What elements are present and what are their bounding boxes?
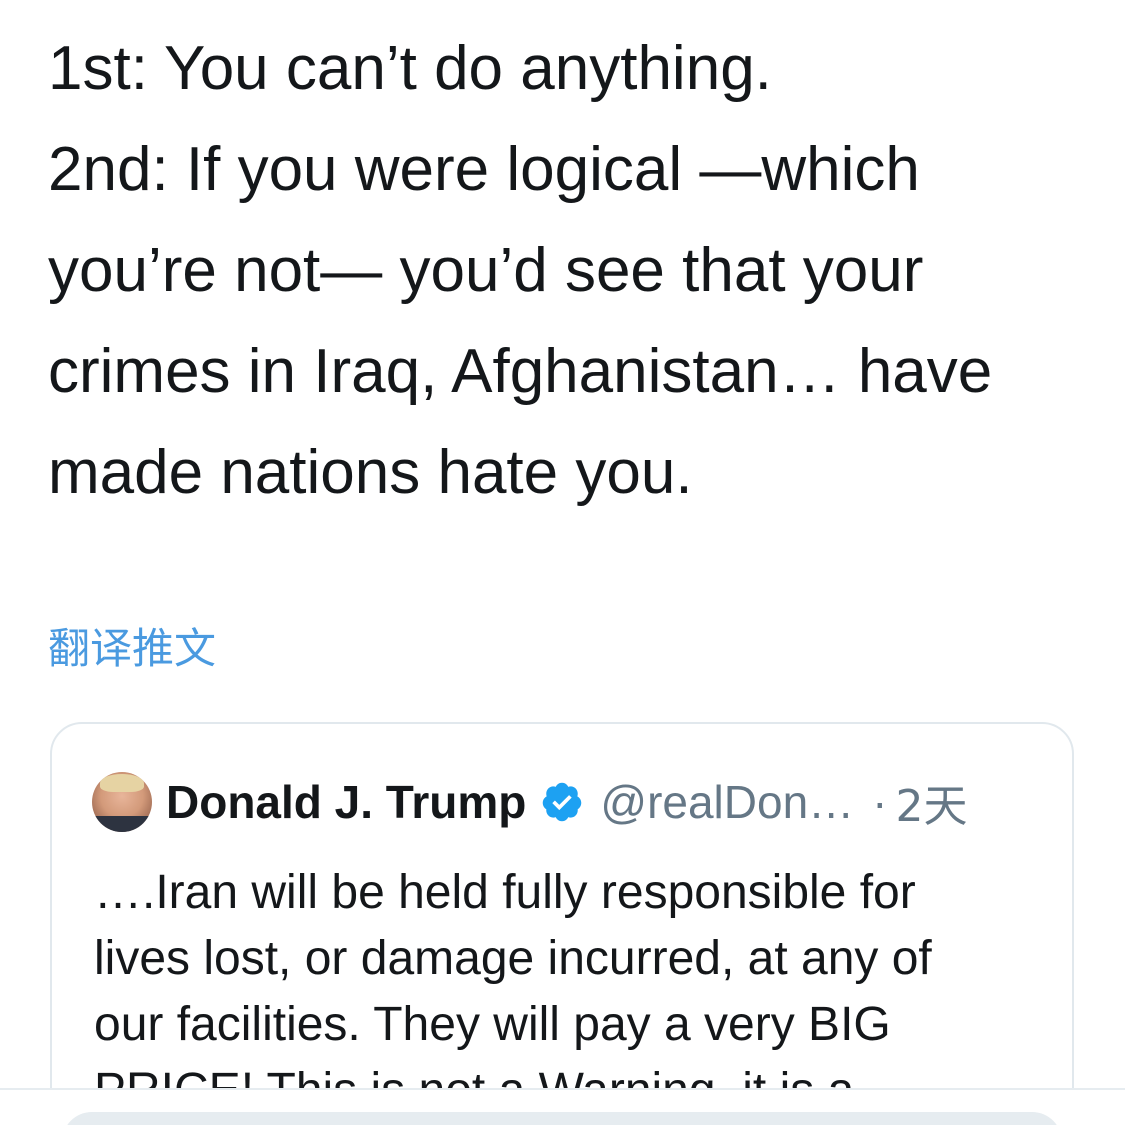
tweet-text: 1st: You can’t do anything. 2nd: If you … [48,18,1088,523]
avatar[interactable] [92,772,152,832]
quoted-tweet-line: lives lost, or damage incurred, at any o… [94,932,932,985]
tweet-text-line: you’re not— you’d see that your [48,236,924,305]
tweet-text-line: 2nd: If you were logical —which [48,135,920,204]
separator-dot: · [872,776,888,828]
tweet-timestamp[interactable]: 2天 [896,770,968,834]
tweet-text-line: 1st: You can’t do anything. [48,34,772,103]
quoted-tweet-body: ….Iran will be held fully responsible fo… [94,860,1044,1124]
translate-tweet-link[interactable]: 翻译推文 [48,622,216,676]
quoted-tweet-line: our facilities. They will pay a very BIG [94,998,891,1051]
tweet-text-line: crimes in Iraq, Afghanistan… have [48,337,993,406]
author-name[interactable]: Donald J. Trump [166,775,526,829]
quoted-tweet-line: ….Iran will be held fully responsible fo… [94,866,916,919]
quoted-tweet-header: Donald J. Trump @realDon… · 2天 [92,764,968,840]
verified-badge-icon [543,782,582,822]
quoted-tweet-card[interactable]: Donald J. Trump @realDon… · 2天 ….Iran wi… [50,722,1074,1125]
reply-input[interactable] [62,1112,1062,1125]
tweet-text-line: made nations hate you. [48,438,693,507]
author-handle[interactable]: @realDon… [600,775,854,829]
